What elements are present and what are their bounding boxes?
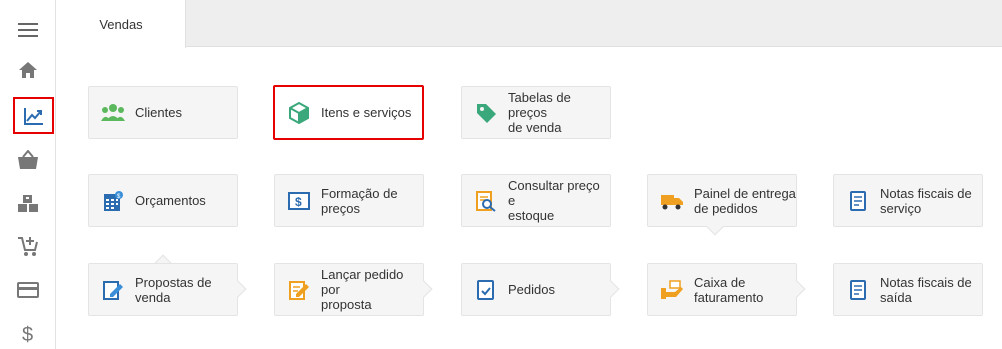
search-document-icon (474, 189, 498, 213)
price-tag-icon (474, 101, 498, 125)
tile-label: Clientes (135, 105, 182, 120)
vendas-button[interactable] (13, 97, 54, 134)
compras-button[interactable] (12, 144, 44, 176)
tile-label: Tabelas de preços de venda (508, 90, 571, 135)
tile-painel-entrega[interactable]: Painel de entrega de pedidos (647, 174, 797, 227)
boxes-icon (18, 195, 38, 212)
tile-pedidos[interactable]: Pedidos (461, 263, 611, 316)
tile-label: Painel de entrega de pedidos (694, 185, 796, 216)
edit-document-icon (101, 278, 125, 302)
tile-label: Caixa de faturamento (694, 274, 764, 305)
tile-label: Consultar preço e estoque (508, 178, 600, 223)
tile-label: Notas fiscais de saída (880, 274, 972, 305)
estoque-button[interactable] (12, 188, 44, 220)
tab-vendas[interactable]: Vendas (57, 0, 186, 48)
cube-icon (287, 101, 311, 125)
tile-label: Orçamentos (135, 193, 206, 208)
trending-up-chart-icon (23, 107, 43, 125)
tile-tabelas-precos[interactable]: Tabelas de preços de venda (461, 86, 611, 139)
tile-propostas-venda[interactable]: Propostas de venda (88, 263, 238, 316)
delivery-truck-icon (660, 189, 684, 213)
home-button[interactable] (12, 54, 44, 86)
tile-label: Formação de preços (321, 185, 398, 216)
tile-label: Itens e serviços (321, 105, 412, 120)
cart-add-icon (18, 237, 38, 256)
tile-consultar-preco[interactable]: Consultar preço e estoque (461, 174, 611, 227)
tile-label: Propostas de venda (135, 274, 212, 305)
svg-text:$: $ (22, 324, 33, 345)
tile-label: Pedidos (508, 282, 555, 297)
invoice-document-icon (846, 278, 870, 302)
order-check-icon (474, 278, 498, 302)
shopping-basket-icon (18, 150, 38, 169)
calculator-icon: $ (101, 189, 125, 213)
tile-label: Notas fiscais de serviço (880, 185, 972, 216)
users-group-icon (101, 101, 125, 125)
tile-nf-saida[interactable]: Notas fiscais de saída (833, 263, 983, 316)
financeiro-button[interactable] (12, 274, 44, 306)
svg-text:$: $ (295, 195, 302, 209)
tile-label: Lançar pedido por proposta (321, 267, 404, 312)
left-sidebar: $ (0, 0, 56, 349)
caixa-button[interactable]: $ (12, 318, 44, 349)
dollar-icon: $ (22, 324, 33, 345)
edit-order-icon (287, 278, 311, 302)
price-formation-icon: $ (287, 189, 311, 213)
tab-label: Vendas (99, 16, 143, 32)
tile-clientes[interactable]: Clientes (88, 86, 238, 139)
invoice-document-icon (846, 189, 870, 213)
cash-register-icon (660, 278, 684, 302)
pedido-compra-button[interactable] (12, 230, 44, 262)
tile-orcamentos[interactable]: $ Orçamentos (88, 174, 238, 227)
credit-card-icon (17, 282, 39, 298)
hamburger-menu-icon (18, 23, 38, 37)
menu-button[interactable] (12, 14, 44, 46)
tile-itens-servicos[interactable]: Itens e serviços (273, 85, 424, 140)
tab-strip: Vendas (57, 0, 1002, 48)
tile-formacao-precos[interactable]: $ Formação de preços (274, 174, 424, 227)
home-icon (19, 62, 37, 78)
tile-caixa-faturamento[interactable]: Caixa de faturamento (647, 263, 797, 316)
tile-lancar-pedido[interactable]: Lançar pedido por proposta (274, 263, 424, 316)
tile-nf-servico[interactable]: Notas fiscais de serviço (833, 174, 983, 227)
